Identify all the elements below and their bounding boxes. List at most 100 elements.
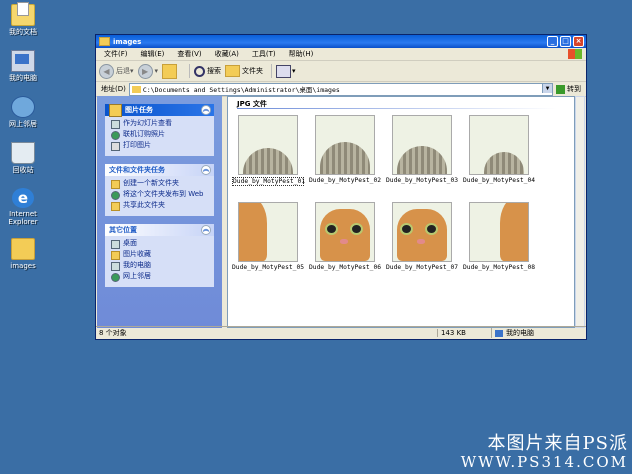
thumbnail-image	[392, 202, 452, 262]
thumbnail-item[interactable]: Dude_by_MotyPest_07	[386, 202, 458, 271]
task-pane: 图片任务 ︽ 作为幻灯片查看 联机订购照片 打印图片 文件和文件夹任务 ︽ 创建…	[97, 96, 222, 328]
place-label: 图片收藏	[123, 250, 151, 258]
minimize-button[interactable]: _	[547, 36, 558, 47]
thumbnail-item[interactable]: Dude_by_MotyPest_06	[309, 202, 381, 271]
toolbar-separator	[189, 64, 191, 78]
folders-icon	[225, 65, 241, 77]
up-button[interactable]	[162, 63, 181, 79]
desktop-icon-label: Internet Explorer	[8, 210, 38, 226]
other-places-header[interactable]: 其它位置 ︽	[105, 224, 214, 236]
back-button[interactable]: ◀ 后退 ▾	[99, 63, 134, 79]
thumbnail-caption: Dude_by_MotyPest_07	[386, 264, 459, 271]
search-label: 搜索	[207, 67, 222, 75]
network-icon	[11, 96, 35, 118]
up-folder-icon	[162, 63, 178, 79]
place-label: 我的电脑	[123, 261, 151, 269]
title-bar[interactable]: images _ □ ×	[96, 35, 586, 48]
recycle-bin-icon	[11, 142, 35, 164]
panel-title: 文件和文件夹任务	[109, 166, 165, 174]
desktop-icon-label: 网上邻居	[9, 120, 37, 128]
picture-tasks-panel: 图片任务 ︽ 作为幻灯片查看 联机订购照片 打印图片	[105, 103, 214, 156]
task-print-pictures[interactable]: 打印图片	[111, 141, 210, 151]
file-tasks-header[interactable]: 文件和文件夹任务 ︽	[105, 164, 214, 176]
menu-help[interactable]: 帮助(H)	[281, 49, 319, 59]
collapse-icon[interactable]: ︽	[201, 165, 211, 175]
menu-file[interactable]: 文件(F)	[96, 49, 133, 59]
desktop-icon-network[interactable]: 网上邻居	[3, 96, 43, 128]
window-title: images	[113, 37, 142, 46]
desktop-icon-internet-explorer[interactable]: e Internet Explorer	[3, 188, 43, 226]
vertical-scrollbar[interactable]	[575, 96, 585, 328]
maximize-button[interactable]: □	[560, 36, 571, 47]
thumbnail-item[interactable]: Dude_by_MotyPest_04	[463, 115, 535, 184]
thumbnail-image	[315, 115, 375, 175]
thumbnail-item[interactable]: Dude_by_MotyPest_05	[232, 202, 304, 271]
thumbnail-image	[469, 202, 529, 262]
desktop-icon-recycle-bin[interactable]: 回收站	[3, 142, 43, 174]
thumbnail-item[interactable]: Dude_by_MotyPest_02	[309, 115, 381, 184]
thumbnail-caption: Dude_by_MotyPest_03	[386, 177, 459, 184]
go-button[interactable]: 转到	[556, 84, 581, 94]
desktop-icon-images-folder[interactable]: images	[3, 238, 43, 270]
folder-icon	[99, 37, 110, 46]
chevron-down-icon: ▾	[292, 67, 296, 75]
task-new-folder[interactable]: 创建一个新文件夹	[111, 179, 210, 189]
internet-explorer-icon: e	[12, 188, 34, 208]
place-my-computer[interactable]: 我的电脑	[111, 261, 210, 271]
my-computer-icon	[111, 262, 120, 271]
toolbar-separator	[271, 64, 273, 78]
task-label: 将这个文件夹发布到 Web	[123, 190, 204, 198]
my-computer-icon	[495, 329, 503, 337]
views-icon	[276, 64, 292, 78]
collapse-icon[interactable]: ︽	[201, 225, 211, 235]
task-label: 打印图片	[123, 141, 151, 149]
menu-favorites[interactable]: 收藏(A)	[207, 49, 244, 59]
desktop-icon-my-computer[interactable]: 我的电脑	[3, 50, 43, 82]
group-divider	[237, 108, 557, 109]
windows-logo-icon	[568, 49, 582, 59]
folder-icon	[131, 85, 141, 93]
thumbnail-image	[392, 115, 452, 175]
views-button[interactable]: ▾	[276, 64, 296, 78]
task-order-prints[interactable]: 联机订购照片	[111, 130, 210, 140]
menu-view[interactable]: 查看(V)	[169, 49, 206, 59]
network-icon	[111, 273, 120, 282]
task-publish-web[interactable]: 将这个文件夹发布到 Web	[111, 190, 210, 200]
place-network[interactable]: 网上邻居	[111, 272, 210, 282]
thumbnail-caption: Dude_by_MotyPest_08	[463, 264, 536, 271]
explorer-window: images _ □ × 文件(F) 编辑(E) 查看(V) 收藏(A) 工具(…	[95, 34, 587, 340]
thumbnail-item[interactable]: Dude_by_MotyPest_03	[386, 115, 458, 184]
place-label: 网上邻居	[123, 272, 151, 280]
task-label: 共享此文件夹	[123, 201, 165, 209]
chevron-down-icon: ▾	[130, 67, 134, 75]
task-label: 创建一个新文件夹	[123, 179, 179, 187]
file-list-pane[interactable]: JPG 文件 Dude_by_MotyPest_01 Dude_by_MotyP…	[227, 96, 575, 328]
place-my-pictures[interactable]: 图片收藏	[111, 250, 210, 260]
desktop-icon-my-documents[interactable]: 我的文档	[3, 2, 43, 36]
close-button[interactable]: ×	[573, 36, 584, 47]
folders-button[interactable]: 文件夹	[225, 65, 263, 77]
forward-arrow-icon: ▶	[137, 63, 153, 79]
thumbnail-caption: Dude_by_MotyPest_04	[463, 177, 536, 184]
thumbnail-item[interactable]: Dude_by_MotyPest_08	[463, 202, 535, 271]
place-label: 桌面	[123, 239, 137, 247]
back-arrow-icon: ◀	[99, 63, 114, 79]
search-button[interactable]: 搜索	[194, 65, 222, 77]
task-slideshow[interactable]: 作为幻灯片查看	[111, 119, 210, 129]
status-size: 143 KB	[437, 329, 491, 337]
menu-tools[interactable]: 工具(T)	[244, 49, 281, 59]
forward-button[interactable]: ▶ ▾	[137, 63, 158, 79]
menu-bar: 文件(F) 编辑(E) 查看(V) 收藏(A) 工具(T) 帮助(H)	[96, 48, 586, 61]
address-dropdown-icon[interactable]: ▼	[542, 83, 552, 93]
address-input[interactable]: C:\Documents and Settings\Administrator\…	[128, 82, 553, 96]
menu-edit[interactable]: 编辑(E)	[133, 49, 170, 59]
thumbnail-item[interactable]: Dude_by_MotyPest_01	[232, 115, 305, 186]
picture-tasks-header[interactable]: 图片任务 ︽	[105, 103, 214, 117]
collapse-icon[interactable]: ︽	[201, 105, 211, 115]
task-share-folder[interactable]: 共享此文件夹	[111, 201, 210, 211]
thumbnail-caption: Dude_by_MotyPest_05	[232, 264, 305, 271]
thumbnail-image	[238, 202, 298, 262]
my-pictures-icon	[111, 251, 120, 260]
place-desktop[interactable]: 桌面	[111, 239, 210, 249]
folder-icon	[11, 238, 35, 260]
